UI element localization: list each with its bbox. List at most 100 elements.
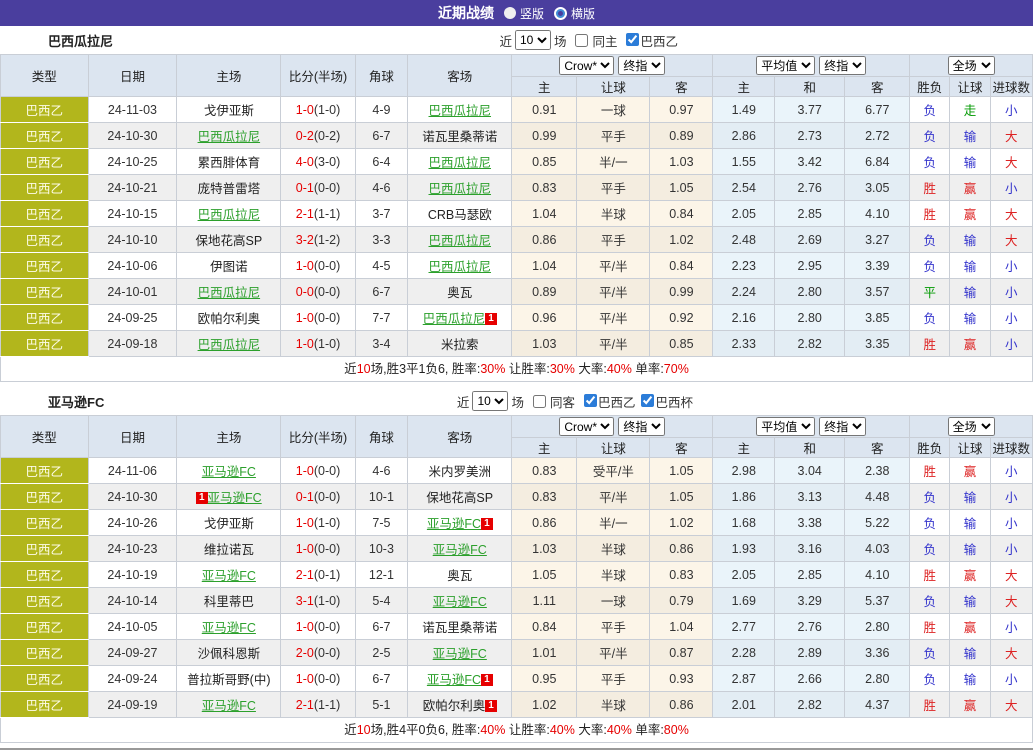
match-date-cell: 24-10-25 xyxy=(88,149,177,175)
radio-unselected-icon[interactable] xyxy=(554,7,567,20)
result-wdl-cell: 负 xyxy=(910,123,950,149)
odds-handicap-cell: 受平/半 xyxy=(577,458,650,484)
result-wdl-cell: 负 xyxy=(910,305,950,331)
layout-vertical-radio[interactable]: 竖版 xyxy=(504,5,544,22)
odds-handicap-cell: 平手 xyxy=(577,614,650,640)
same-venue-checkbox[interactable] xyxy=(533,395,546,408)
odds-handicap-cell: 平手 xyxy=(577,123,650,149)
focus-team-link[interactable]: 巴西瓜拉尼 xyxy=(429,182,492,196)
odds-handicap-cell: 半球 xyxy=(577,562,650,588)
corner-cell: 4-5 xyxy=(355,253,408,279)
result-goals-cell: 小 xyxy=(990,279,1032,305)
focus-team-link[interactable]: 亚马逊FC xyxy=(427,673,481,687)
focus-team-link[interactable]: 亚马逊FC xyxy=(202,569,256,583)
focus-team-link[interactable]: 巴西瓜拉尼 xyxy=(198,338,261,352)
focus-team-link[interactable]: 亚马逊FC xyxy=(202,465,256,479)
match-date-cell: 24-09-25 xyxy=(88,305,177,331)
focus-team-link[interactable]: 亚马逊FC xyxy=(427,517,481,531)
halftime-score: (0-0) xyxy=(314,311,340,325)
focus-team-link[interactable]: 亚马逊FC xyxy=(433,595,487,609)
focus-team-link[interactable]: 亚马逊FC xyxy=(433,647,487,661)
focus-team-link[interactable]: 亚马逊FC xyxy=(433,543,487,557)
league-filters: 巴西乙巴西杯 xyxy=(578,392,693,411)
team-name-text: 奥瓦 xyxy=(447,569,472,583)
radio-selected-icon[interactable] xyxy=(504,7,516,19)
fulltime-score: 1-0 xyxy=(296,516,314,530)
halftime-score: (1-2) xyxy=(314,233,340,247)
focus-team-link[interactable]: 巴西瓜拉尼 xyxy=(429,104,492,118)
same-venue-checkbox[interactable] xyxy=(575,34,588,47)
focus-team-link[interactable]: 亚马逊FC xyxy=(208,491,262,505)
league-type-cell: 巴西乙 xyxy=(1,253,89,279)
fulltime-select[interactable]: 全场 xyxy=(948,56,995,75)
bookmaker-select[interactable]: Crow* xyxy=(559,417,614,436)
odds-handicap-cell: 半/一 xyxy=(577,149,650,175)
score-cell: 2-1(1-1) xyxy=(281,692,355,718)
league-checkbox[interactable] xyxy=(584,394,597,407)
odds-home-cell: 0.96 xyxy=(512,305,577,331)
result-goals-cell: 小 xyxy=(990,536,1032,562)
league-checkbox-label: 巴西杯 xyxy=(655,396,693,410)
result-goals-cell: 大 xyxy=(990,588,1032,614)
section-gap xyxy=(0,743,1033,748)
focus-team-link[interactable]: 亚马逊FC xyxy=(202,621,256,635)
focus-team-link[interactable]: 巴西瓜拉尼 xyxy=(429,156,492,170)
bookmaker-select[interactable]: Crow* xyxy=(559,56,614,75)
result-wdl-cell: 负 xyxy=(910,640,950,666)
match-date-cell: 24-10-14 xyxy=(88,588,177,614)
fulltime-score: 3-2 xyxy=(296,233,314,247)
average-select[interactable]: 平均值 xyxy=(756,417,815,436)
team-cell: 维拉诺瓦 xyxy=(177,536,281,562)
team-cell: 保地花高SP xyxy=(408,484,512,510)
odds-away-cell: 1.02 xyxy=(650,227,713,253)
result-goals-cell: 大 xyxy=(990,149,1032,175)
odds-time-select[interactable]: 终指 xyxy=(618,417,665,436)
average-time-select[interactable]: 终指 xyxy=(819,417,866,436)
odds-home-cell: 0.91 xyxy=(512,97,577,123)
focus-team-link[interactable]: 巴西瓜拉尼 xyxy=(198,130,261,144)
average-time-select[interactable]: 终指 xyxy=(819,56,866,75)
halftime-score: (1-1) xyxy=(314,698,340,712)
match-date-cell: 24-10-23 xyxy=(88,536,177,562)
fulltime-select[interactable]: 全场 xyxy=(948,417,995,436)
summary-text-segment: 30% xyxy=(550,362,575,376)
match-row: 巴西乙24-09-27沙佩科恩斯2-0(0-0)2-5亚马逊FC1.01平/半0… xyxy=(1,640,1033,666)
team-cell: 伊图诺 xyxy=(177,253,281,279)
team-cell: 累西腓体育 xyxy=(177,149,281,175)
focus-team-link[interactable]: 巴西瓜拉尼 xyxy=(198,208,261,222)
odds-home-cell: 0.86 xyxy=(512,227,577,253)
focus-team-link[interactable]: 巴西瓜拉尼 xyxy=(423,312,486,326)
match-count-select[interactable]: 10 xyxy=(472,391,508,411)
league-checkbox[interactable] xyxy=(626,33,639,46)
league-type-cell: 巴西乙 xyxy=(1,562,89,588)
focus-team-link[interactable]: 亚马逊FC xyxy=(202,699,256,713)
result-goals-cell: 大 xyxy=(990,692,1032,718)
team-cell: 戈伊亚斯 xyxy=(177,97,281,123)
league-type-cell: 巴西乙 xyxy=(1,123,89,149)
layout-horizontal-radio[interactable]: 横版 xyxy=(554,5,595,22)
team-name-text: 维拉诺瓦 xyxy=(204,543,254,557)
column-header: 日期 xyxy=(88,55,177,97)
summary-text-segment: 近 xyxy=(344,362,357,376)
match-row: 巴西乙24-10-14科里蒂巴3-1(1-0)5-4亚马逊FC1.11一球0.7… xyxy=(1,588,1033,614)
fulltime-score: 4-0 xyxy=(296,155,314,169)
team-name-text: 诺瓦里桑蒂诺 xyxy=(422,130,497,144)
odds-away-cell: 1.05 xyxy=(650,175,713,201)
odds-home-cell: 0.99 xyxy=(512,123,577,149)
odds-time-select[interactable]: 终指 xyxy=(618,56,665,75)
radio-horizontal-label: 横版 xyxy=(571,5,595,22)
match-date-cell: 24-10-15 xyxy=(88,201,177,227)
avg-draw-cell: 2.76 xyxy=(775,614,845,640)
team-cell: 巴西瓜拉尼 xyxy=(177,279,281,305)
focus-team-link[interactable]: 巴西瓜拉尼 xyxy=(429,260,492,274)
focus-team-link[interactable]: 巴西瓜拉尼 xyxy=(198,286,261,300)
odds-handicap-cell: 平/半 xyxy=(577,253,650,279)
focus-team-link[interactable]: 巴西瓜拉尼 xyxy=(429,234,492,248)
result-goals-cell: 大 xyxy=(990,201,1032,227)
team-name-text: 奥瓦 xyxy=(447,286,472,300)
league-checkbox[interactable] xyxy=(641,394,654,407)
match-count-select[interactable]: 10 xyxy=(515,30,551,50)
team-header-row: 巴西瓜拉尼 近 10 场 同主 巴西乙 xyxy=(0,26,1033,54)
result-handicap-cell: 输 xyxy=(950,123,990,149)
average-select[interactable]: 平均值 xyxy=(756,56,815,75)
